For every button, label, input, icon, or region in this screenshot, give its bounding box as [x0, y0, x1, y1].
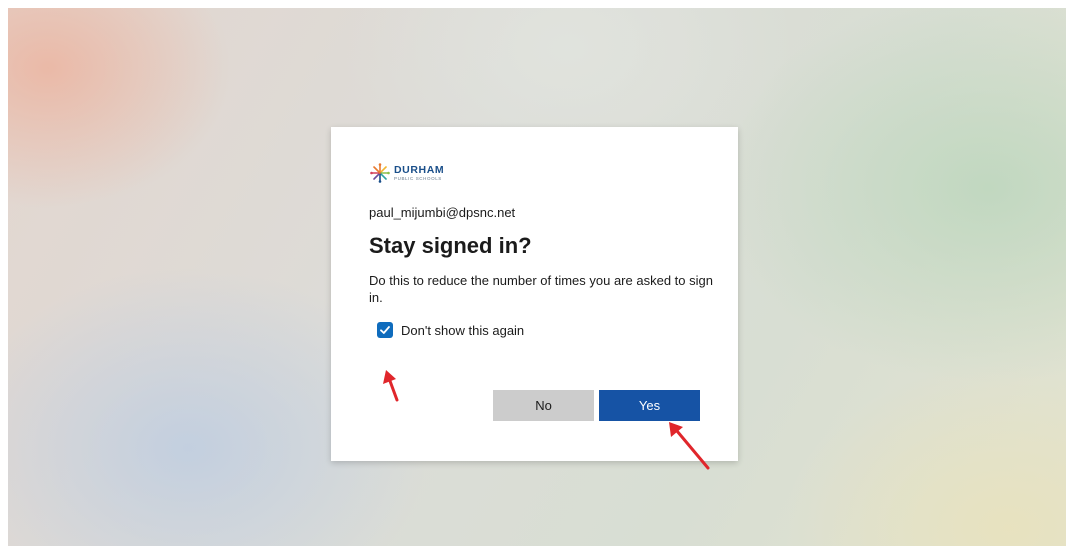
no-button[interactable]: No	[493, 390, 594, 421]
dialog-title: Stay signed in?	[369, 233, 532, 258]
account-email: paul_mijumbi@dpsnc.net	[369, 205, 516, 220]
organization-logo: DURHAM PUBLIC SCHOOLS	[369, 161, 706, 185]
sign-in-dialog: DURHAM PUBLIC SCHOOLS paul_mijumbi@dpsnc…	[331, 127, 738, 461]
dialog-description: Do this to reduce the number of times yo…	[369, 273, 713, 305]
dont-show-again-row[interactable]: Don't show this again	[377, 320, 706, 340]
dont-show-again-checkbox[interactable]	[377, 322, 393, 338]
dialog-actions: No Yes	[493, 390, 700, 421]
checkmark-icon	[380, 326, 390, 334]
yes-button[interactable]: Yes	[599, 390, 700, 421]
starburst-logo-icon	[370, 163, 390, 183]
dont-show-again-label[interactable]: Don't show this again	[401, 323, 524, 338]
logo-name: DURHAM	[394, 164, 445, 176]
logo-subtitle: PUBLIC SCHOOLS	[394, 175, 442, 181]
